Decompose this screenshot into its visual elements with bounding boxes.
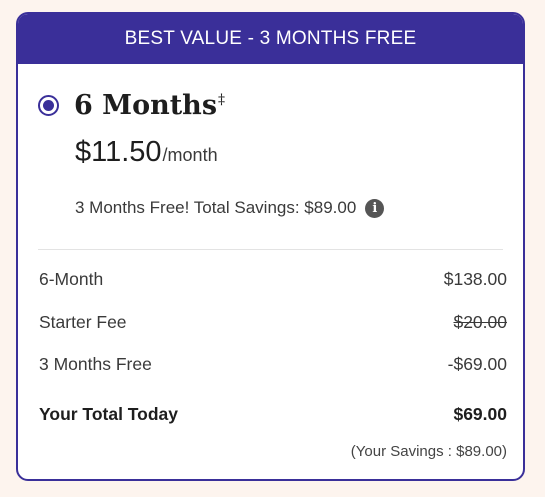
- savings-text: 3 Months Free! Total Savings: $89.00: [75, 198, 357, 217]
- total-label: Your Total Today: [39, 404, 179, 424]
- line-item-label: Starter Fee: [39, 312, 127, 332]
- line-item-amount: -$69.00: [447, 354, 507, 374]
- total-amount: $69.00: [453, 404, 507, 424]
- line-item-starter-fee: Starter Fee $20.00: [39, 312, 507, 333]
- plan-footnote-mark: ‡: [218, 92, 226, 108]
- line-item-label: 3 Months Free: [39, 354, 152, 374]
- plan-option[interactable]: 6 Months‡: [38, 90, 225, 121]
- price-unit: /month: [162, 145, 218, 165]
- your-savings-note: (Your Savings : $89.00): [350, 443, 507, 460]
- plan-radio-button[interactable]: [38, 95, 59, 116]
- line-item-amount-struck: $20.00: [453, 312, 507, 332]
- banner-text: BEST VALUE - 3 MONTHS FREE: [124, 28, 417, 49]
- plan-card[interactable]: BEST VALUE - 3 MONTHS FREE 6 Months‡ $11…: [16, 12, 525, 481]
- line-item-label: 6-Month: [39, 269, 104, 289]
- radio-selected-dot: [43, 100, 54, 111]
- monthly-price: $11.50: [75, 136, 162, 168]
- plan-title: 6 Months‡: [74, 90, 225, 121]
- line-item-months-free: 3 Months Free -$69.00: [39, 354, 507, 375]
- price-row: $11.50 /month: [75, 136, 218, 169]
- line-item-6-month: 6-Month $138.00: [39, 269, 507, 290]
- best-value-banner: BEST VALUE - 3 MONTHS FREE: [18, 14, 523, 64]
- info-icon[interactable]: i: [365, 198, 385, 218]
- total-row: Your Total Today $69.00: [39, 404, 507, 425]
- line-item-amount: $138.00: [443, 269, 507, 289]
- divider: [38, 249, 503, 250]
- plan-name: 6 Months: [74, 90, 218, 121]
- savings-note: 3 Months Free! Total Savings: $89.00 i: [75, 198, 385, 218]
